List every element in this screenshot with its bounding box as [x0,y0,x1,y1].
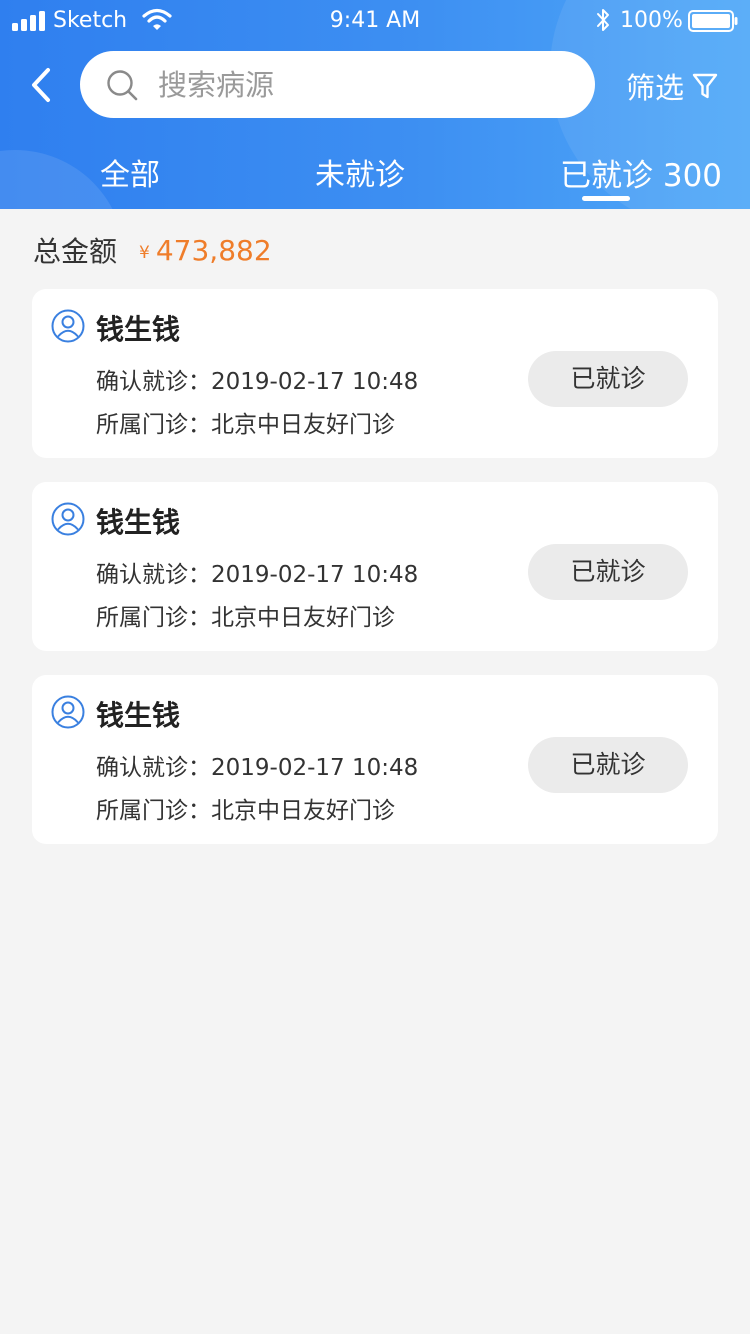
user-circle-icon [51,309,85,343]
record-card[interactable]: 钱生钱 确认就诊：2019-02-17 10:48 所属门诊：北京中日友好门诊 … [32,675,718,844]
total-amount-value: 473,882 [155,233,272,267]
clinic-name: 所属门诊：北京中日友好门诊 [96,798,395,824]
user-circle-icon [51,502,85,536]
record-card[interactable]: 钱生钱 确认就诊：2019-02-17 10:48 所属门诊：北京中日友好门诊 … [32,289,718,458]
patient-name: 钱生钱 [96,506,181,539]
user-circle-icon [51,695,85,729]
search-icon [107,70,138,101]
record-card[interactable]: 钱生钱 确认就诊：2019-02-17 10:48 所属门诊：北京中日友好门诊 … [32,482,718,651]
tab-visited[interactable]: 已就诊 300 [560,150,722,195]
battery-icon [688,10,738,32]
patient-name: 钱生钱 [96,699,181,732]
total-amount-row: 总金额 ¥ 473,882 [33,230,272,270]
battery-percent: 100% [620,8,683,33]
bluetooth-icon [597,9,609,31]
tab-all[interactable]: 全部 [0,150,260,194]
patient-name: 钱生钱 [96,313,181,346]
back-chevron-icon[interactable] [24,62,58,108]
status-bar: Sketch 9:41 AM 100% [0,0,750,44]
clinic-name: 所属门诊：北京中日友好门诊 [96,412,395,438]
funnel-icon [692,73,718,99]
active-tab-indicator [582,196,630,201]
visit-status-button[interactable]: 已就诊 [528,351,688,407]
filter-label: 筛选 [626,71,685,105]
visit-status-button[interactable]: 已就诊 [528,737,688,793]
search-bar[interactable] [80,51,595,118]
currency-symbol: ¥ [139,243,150,263]
tab-not-visited[interactable]: 未就诊 [260,150,460,194]
filter-button[interactable]: 筛选 [626,66,718,106]
confirm-visit-time: 确认就诊：2019-02-17 10:48 [96,369,419,395]
search-input[interactable] [158,51,568,118]
confirm-visit-time: 确认就诊：2019-02-17 10:48 [96,562,419,588]
clinic-name: 所属门诊：北京中日友好门诊 [96,605,395,631]
total-amount-label: 总金额 [33,235,118,268]
header: Sketch 9:41 AM 100% 筛选 全部 未就诊 [0,0,750,209]
confirm-visit-time: 确认就诊：2019-02-17 10:48 [96,755,419,781]
visit-status-button[interactable]: 已就诊 [528,544,688,600]
